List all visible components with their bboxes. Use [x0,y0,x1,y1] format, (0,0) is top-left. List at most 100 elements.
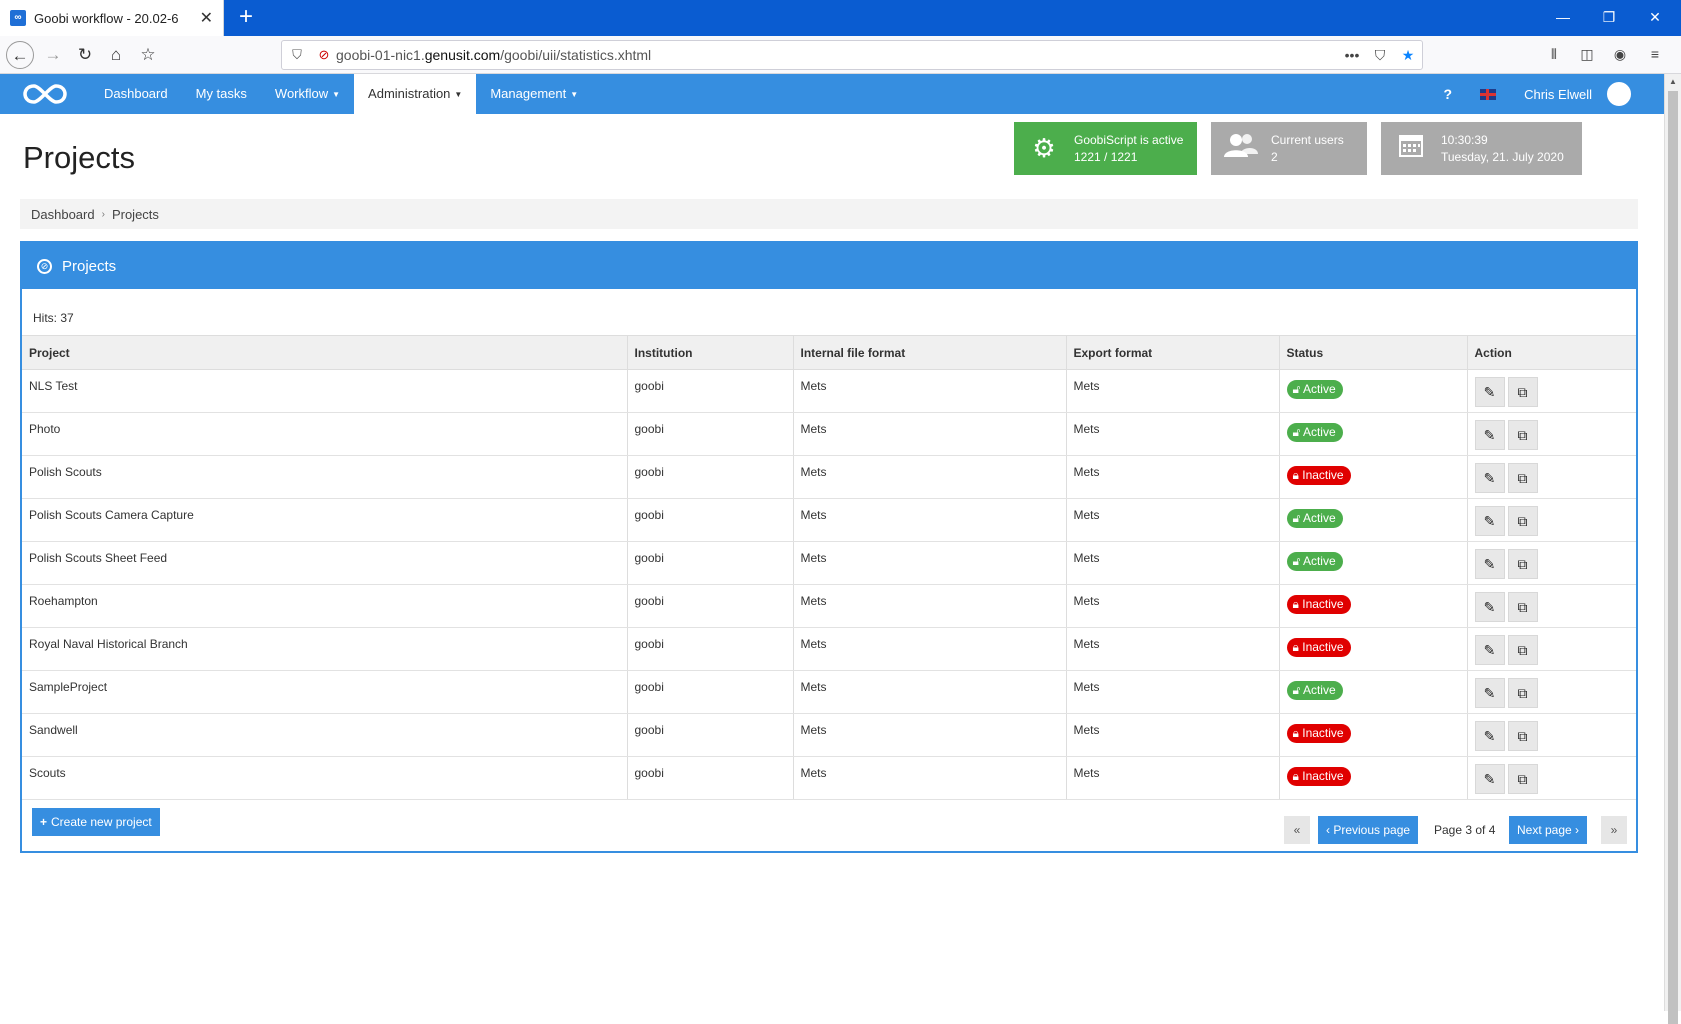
internal-format: Mets [793,713,1067,757]
pocket-icon[interactable]: ⛉ [1366,47,1394,64]
goobiscript-status-tile[interactable]: ⚙ GoobiScript is active 1221 / 1221 [1014,122,1197,175]
duplicate-project-button[interactable]: ⧉ [1507,420,1538,450]
url-text[interactable]: goobi-01-nic1.genusit.com/goobi/uii/stat… [336,47,1338,63]
pencil-icon: ✎ [1483,728,1496,744]
edit-project-button[interactable]: ✎ [1474,721,1505,751]
scrollbar-thumb[interactable] [1668,91,1678,1024]
duplicate-project-button[interactable]: ⧉ [1507,377,1538,407]
table-row: Roehampton goobi Mets Mets 🔒︎ Inactive ✎ ⧉ [22,584,1636,628]
account-icon[interactable]: ◉ [1607,46,1633,63]
edit-project-button[interactable]: ✎ [1474,635,1505,665]
col-project[interactable]: Project [22,335,628,370]
projects-box: ⊘ Projects Hits: 37 Project Institution … [20,241,1638,853]
col-internal-format[interactable]: Internal file format [793,335,1067,370]
pencil-icon: ✎ [1483,384,1496,400]
pencil-icon: ✎ [1483,771,1496,787]
help-icon[interactable]: ? [1444,86,1453,102]
last-page-button[interactable]: » [1601,816,1627,844]
copy-icon: ⧉ [1517,513,1528,529]
page-scrollbar[interactable]: ▲ [1664,74,1681,1024]
caret-down-icon: ▼ [332,89,341,99]
internal-format: Mets [793,455,1067,499]
lock-icon: 🔒︎ [1292,468,1299,482]
breadcrumb-dashboard[interactable]: Dashboard [31,207,95,222]
user-name[interactable]: Chris Elwell [1524,87,1592,102]
copy-icon: ⧉ [1517,556,1528,572]
status-badge: 🔒︎ Inactive [1286,767,1351,786]
duplicate-project-button[interactable]: ⧉ [1507,678,1538,708]
shield-icon[interactable]: ⛉ [282,47,312,63]
nav-dashboard[interactable]: Dashboard [90,74,182,114]
pencil-icon: ✎ [1483,599,1496,615]
new-tab-icon[interactable]: + [232,4,260,32]
close-tab-icon[interactable]: ✕ [200,8,213,28]
nav-workflow[interactable]: Workflow ▼ [261,74,354,114]
institution: goobi [627,627,794,671]
export-format: Mets [1066,412,1280,456]
library-icon[interactable]: ⫴ [1541,46,1567,63]
export-format: Mets [1066,756,1280,800]
minimize-icon[interactable]: — [1540,0,1586,36]
duplicate-project-button[interactable]: ⧉ [1507,635,1538,665]
scroll-up-icon[interactable]: ▲ [1665,74,1681,90]
edit-project-button[interactable]: ✎ [1474,420,1505,450]
col-institution[interactable]: Institution [627,335,794,370]
browser-tab[interactable]: ∞ Goobi workflow - 20.02-6 ✕ [0,0,224,36]
window-close-icon[interactable]: ✕ [1632,0,1678,36]
status-cell: 🔓︎ Active [1279,498,1468,542]
forward-icon[interactable]: → [39,41,67,69]
action-cell: ✎ ⧉ [1467,627,1636,671]
goobi-logo[interactable] [0,74,90,114]
institution: goobi [627,670,794,714]
table-row: Polish Scouts goobi Mets Mets 🔒︎ Inactive ✎ ⧉ [22,455,1636,499]
edit-project-button[interactable]: ✎ [1474,377,1505,407]
user-avatar[interactable] [1604,79,1634,109]
status-cell: 🔒︎ Inactive [1279,756,1468,800]
table-row: Polish Scouts Sheet Feed goobi Mets Mets 🔓︎ … [22,541,1636,585]
current-users-tile[interactable]: Current users 2 [1211,122,1367,175]
edit-project-button[interactable]: ✎ [1474,764,1505,794]
duplicate-project-button[interactable]: ⧉ [1507,463,1538,493]
previous-page-button[interactable]: ‹ Previous page [1318,816,1419,844]
table-row: Polish Scouts Camera Capture goobi Mets Met… [22,498,1636,542]
first-page-button[interactable]: « [1284,816,1310,844]
table-row: SampleProject goobi Mets Mets 🔓︎ Active ✎ ⧉ [22,670,1636,714]
institution: goobi [627,455,794,499]
internal-format: Mets [793,541,1067,585]
language-flag-icon[interactable] [1480,88,1497,100]
menu-icon[interactable]: ≡ [1642,46,1668,62]
back-icon[interactable]: ← [6,41,34,69]
sidebar-icon[interactable]: ◫ [1574,46,1600,63]
duplicate-project-button[interactable]: ⧉ [1507,506,1538,536]
page-actions-icon[interactable]: ••• [1338,47,1366,63]
duplicate-project-button[interactable]: ⧉ [1507,721,1538,751]
pocket-save-icon[interactable]: ☆ [134,41,162,69]
edit-project-button[interactable]: ✎ [1474,549,1505,579]
edit-project-button[interactable]: ✎ [1474,506,1505,536]
reload-icon[interactable]: ↻ [71,41,99,69]
pencil-icon: ✎ [1483,642,1496,658]
duplicate-project-button[interactable]: ⧉ [1507,592,1538,622]
col-export-format[interactable]: Export format [1066,335,1280,370]
url-bar[interactable]: ⛉ ⊘ goobi-01-nic1.genusit.com/goobi/uii/… [281,40,1423,70]
project-name: Polish Scouts Sheet Feed [22,541,628,585]
export-format: Mets [1066,670,1280,714]
nav-administration[interactable]: Administration ▼ [354,74,477,114]
project-name: SampleProject [22,670,628,714]
nav-management[interactable]: Management ▼ [476,74,592,114]
table-row: Photo goobi Mets Mets 🔓︎ Active ✎ ⧉ [22,412,1636,456]
home-icon[interactable]: ⌂ [102,41,130,69]
restore-icon[interactable]: ❐ [1586,0,1632,36]
export-format: Mets [1066,498,1280,542]
edit-project-button[interactable]: ✎ [1474,463,1505,493]
duplicate-project-button[interactable]: ⧉ [1507,549,1538,579]
col-status[interactable]: Status [1279,335,1468,370]
next-page-button[interactable]: Next page › [1509,816,1588,844]
edit-project-button[interactable]: ✎ [1474,678,1505,708]
create-project-button[interactable]: + Create new project [32,808,160,836]
nav-my-tasks[interactable]: My tasks [182,74,261,114]
edit-project-button[interactable]: ✎ [1474,592,1505,622]
duplicate-project-button[interactable]: ⧉ [1507,764,1538,794]
insecure-lock-icon[interactable]: ⊘ [312,47,336,63]
bookmark-star-icon[interactable]: ★ [1394,47,1422,64]
